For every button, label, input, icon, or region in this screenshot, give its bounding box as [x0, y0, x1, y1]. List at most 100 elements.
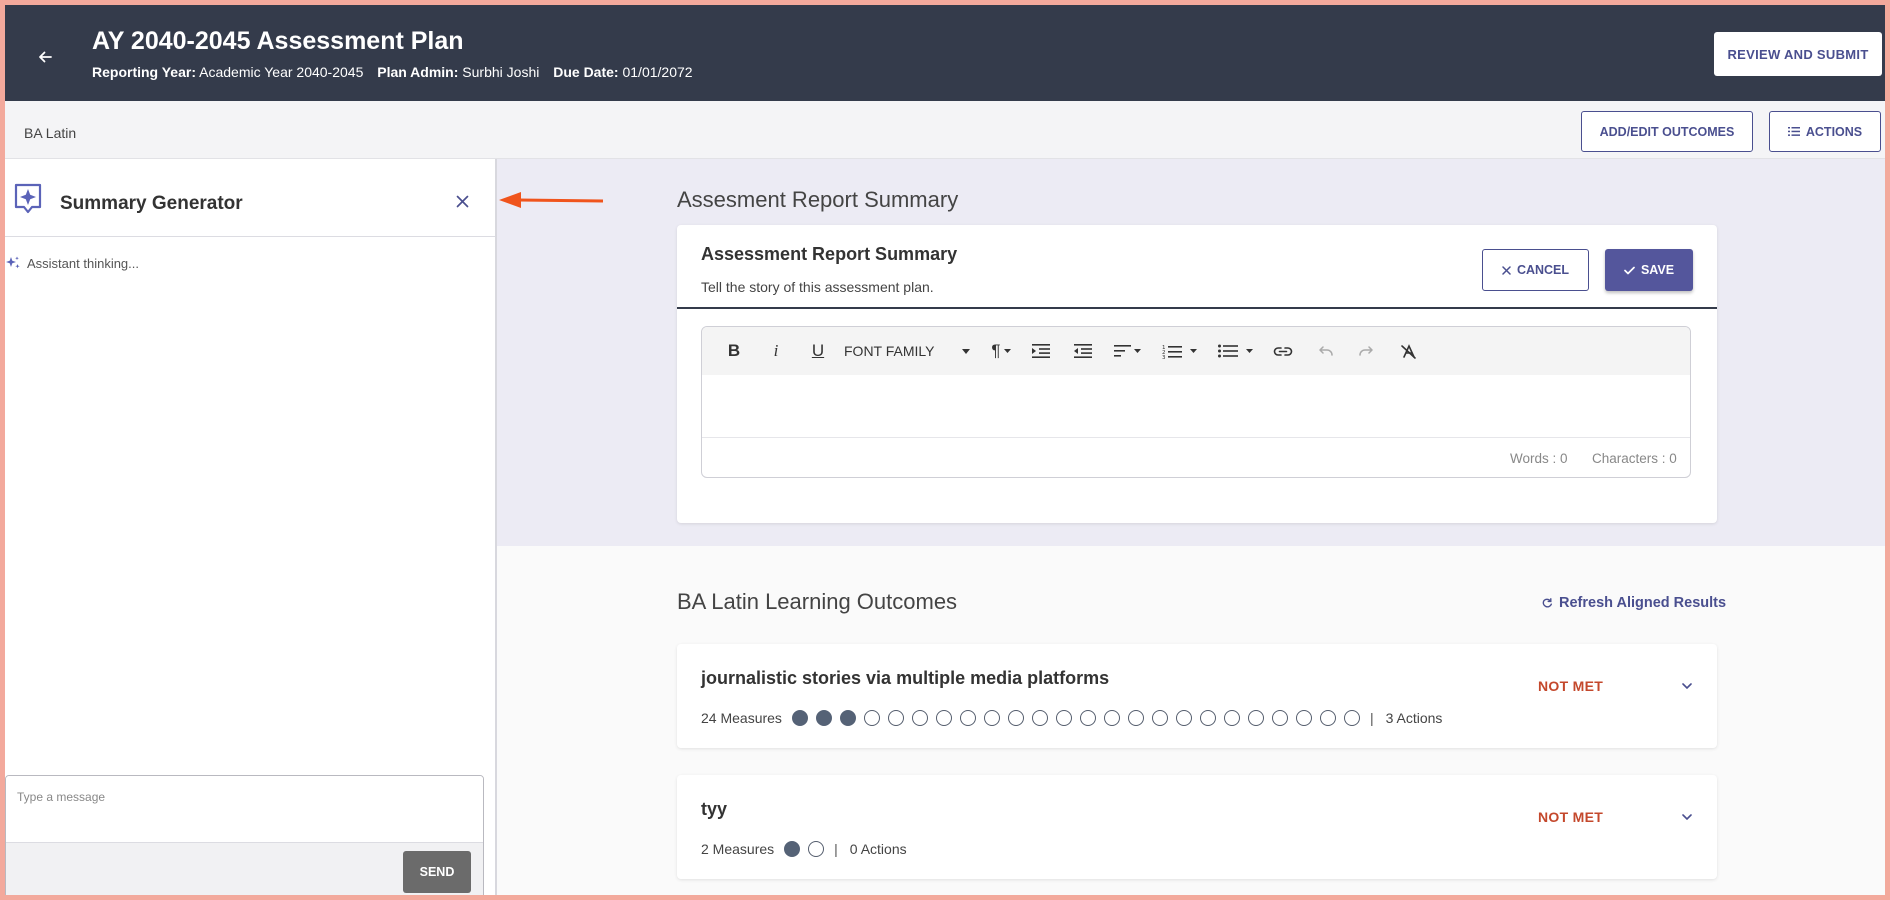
summary-section: Assesment Report Summary Assessment Repo… [497, 159, 1885, 546]
rich-text-editor: B i U FONT FAMILY ¶ 1 2 3 Words: 0 Char… [701, 326, 1691, 478]
outdent-icon[interactable] [1070, 337, 1096, 365]
bold-icon[interactable]: B [722, 337, 746, 365]
editor-footer: Words : 0 Characters : 0 [702, 437, 1690, 477]
expand-outcome-button[interactable] [1677, 807, 1697, 827]
back-button[interactable] [27, 39, 63, 75]
page-title: AY 2040-2045 Assessment Plan [92, 27, 464, 55]
caret-down-icon [1133, 349, 1141, 353]
measure-dot[interactable] [784, 841, 801, 857]
measure-dot[interactable] [1247, 710, 1264, 726]
program-name: BA Latin [24, 125, 77, 141]
due-date-label: Due Date: [553, 64, 619, 80]
link-icon[interactable] [1270, 337, 1296, 365]
measure-dot[interactable] [1031, 710, 1048, 726]
chevron-down-icon [1682, 683, 1692, 689]
add-edit-outcomes-label: ADD/EDIT OUTCOMES [1599, 124, 1735, 139]
sparkle-icon [6, 256, 20, 269]
clear-formatting-icon[interactable] [1396, 337, 1422, 365]
measure-dot[interactable] [959, 710, 976, 726]
measure-dot[interactable] [863, 710, 880, 726]
reporting-year-value: Academic Year 2040-2045 [199, 64, 364, 80]
editor-content-area[interactable] [702, 375, 1690, 437]
reporting-year-label: Reporting Year: [92, 64, 196, 80]
measure-dot[interactable] [1007, 710, 1024, 726]
send-button[interactable]: SEND [403, 851, 471, 893]
bullet-list-icon[interactable] [1212, 337, 1258, 365]
measure-dot[interactable] [1175, 710, 1192, 726]
editor-toolbar: B i U FONT FAMILY ¶ 1 2 3 [702, 327, 1690, 375]
add-edit-outcomes-button[interactable]: ADD/EDIT OUTCOMES [1581, 111, 1753, 152]
word-count: Words : 0 [1510, 451, 1568, 466]
actions-button[interactable]: ACTIONS [1769, 111, 1881, 152]
caret-down-icon [1003, 349, 1011, 353]
outcome-card[interactable]: tyy NOT MET 2 Measures | 0 Actions [677, 775, 1717, 879]
italic-icon[interactable]: i [764, 337, 788, 365]
measure-dot[interactable] [983, 710, 1000, 726]
measure-dot[interactable] [1151, 710, 1168, 726]
caret-down-icon [962, 348, 970, 354]
actions-count: 0 Actions [849, 841, 907, 857]
actions-count: 3 Actions [1385, 710, 1443, 726]
font-family-dropdown[interactable]: FONT FAMILY [844, 337, 976, 365]
measure-dot[interactable] [1319, 710, 1336, 726]
message-composer: SEND [5, 775, 484, 895]
message-input[interactable] [6, 776, 483, 842]
close-panel-button[interactable] [450, 189, 474, 213]
summary-card-subtitle: Tell the story of this assessment plan. [701, 279, 934, 295]
separator: | [834, 841, 838, 857]
measure-dot[interactable] [1079, 710, 1096, 726]
sub-header: BA Latin ADD/EDIT OUTCOMES ACTIONS [5, 101, 1885, 159]
measure-dot[interactable] [808, 841, 825, 857]
measure-dot[interactable] [1223, 710, 1240, 726]
refresh-aligned-results-link[interactable]: Refresh Aligned Results [1542, 595, 1726, 611]
arrow-left-icon [39, 51, 52, 63]
measure-dot[interactable] [1127, 710, 1144, 726]
measure-dot[interactable] [935, 710, 952, 726]
measure-dot[interactable] [1055, 710, 1072, 726]
paragraph-format-icon[interactable]: ¶ [986, 337, 1016, 365]
main-content: Assesment Report Summary Assessment Repo… [497, 159, 1885, 895]
measure-dot[interactable] [839, 710, 856, 726]
measure-dot[interactable] [1295, 710, 1312, 726]
measure-dot[interactable] [1271, 710, 1288, 726]
composer-footer: SEND [6, 842, 483, 895]
plan-admin-value: Surbhi Joshi [462, 64, 540, 80]
measures-row: 24 Measures | 3 Actions [701, 710, 1442, 726]
ai-assistant-icon [14, 183, 42, 214]
assistant-status-text: Assistant thinking... [27, 255, 139, 271]
save-button[interactable]: SAVE [1605, 249, 1693, 291]
app-frame: AY 2040-2045 Assessment Plan Reporting Y… [5, 5, 1885, 895]
check-icon [1624, 266, 1635, 274]
actions-label: ACTIONS [1805, 124, 1863, 139]
separator: | [1369, 710, 1374, 726]
summary-generator-panel: Summary Generator Assistant thinking... … [5, 159, 497, 895]
cancel-button[interactable]: CANCEL [1482, 249, 1589, 291]
caret-down-icon [1189, 349, 1197, 353]
numbered-list-icon[interactable]: 123 [1156, 337, 1202, 365]
measure-dot[interactable] [1103, 710, 1120, 726]
measure-dot[interactable] [911, 710, 928, 726]
card-divider [677, 307, 1717, 309]
undo-icon[interactable] [1312, 337, 1338, 365]
expand-outcome-button[interactable] [1677, 676, 1697, 696]
measure-dot[interactable] [887, 710, 904, 726]
redo-icon[interactable] [1354, 337, 1380, 365]
measure-dot[interactable] [1343, 710, 1360, 726]
status-badge: NOT MET [1538, 678, 1604, 694]
indent-icon[interactable] [1028, 337, 1054, 365]
measures-count: 24 Measures [701, 710, 782, 726]
font-family-label: FONT FAMILY [844, 343, 935, 359]
review-and-submit-button[interactable]: REVIEW AND SUBMIT [1714, 32, 1882, 76]
refresh-icon [1542, 597, 1552, 608]
summary-section-title: Assesment Report Summary [677, 187, 959, 212]
measure-dot[interactable] [1199, 710, 1216, 726]
panel-title: Summary Generator [60, 193, 243, 214]
underline-icon[interactable]: U [806, 337, 830, 365]
outcome-card[interactable]: journalistic stories via multiple media … [677, 644, 1717, 748]
measure-dot[interactable] [815, 710, 832, 726]
measure-dot[interactable] [791, 710, 808, 726]
refresh-label: Refresh Aligned Results [1559, 595, 1727, 611]
align-icon[interactable] [1110, 337, 1144, 365]
plan-admin-label: Plan Admin: [377, 64, 459, 80]
chevron-down-icon [1682, 814, 1692, 820]
